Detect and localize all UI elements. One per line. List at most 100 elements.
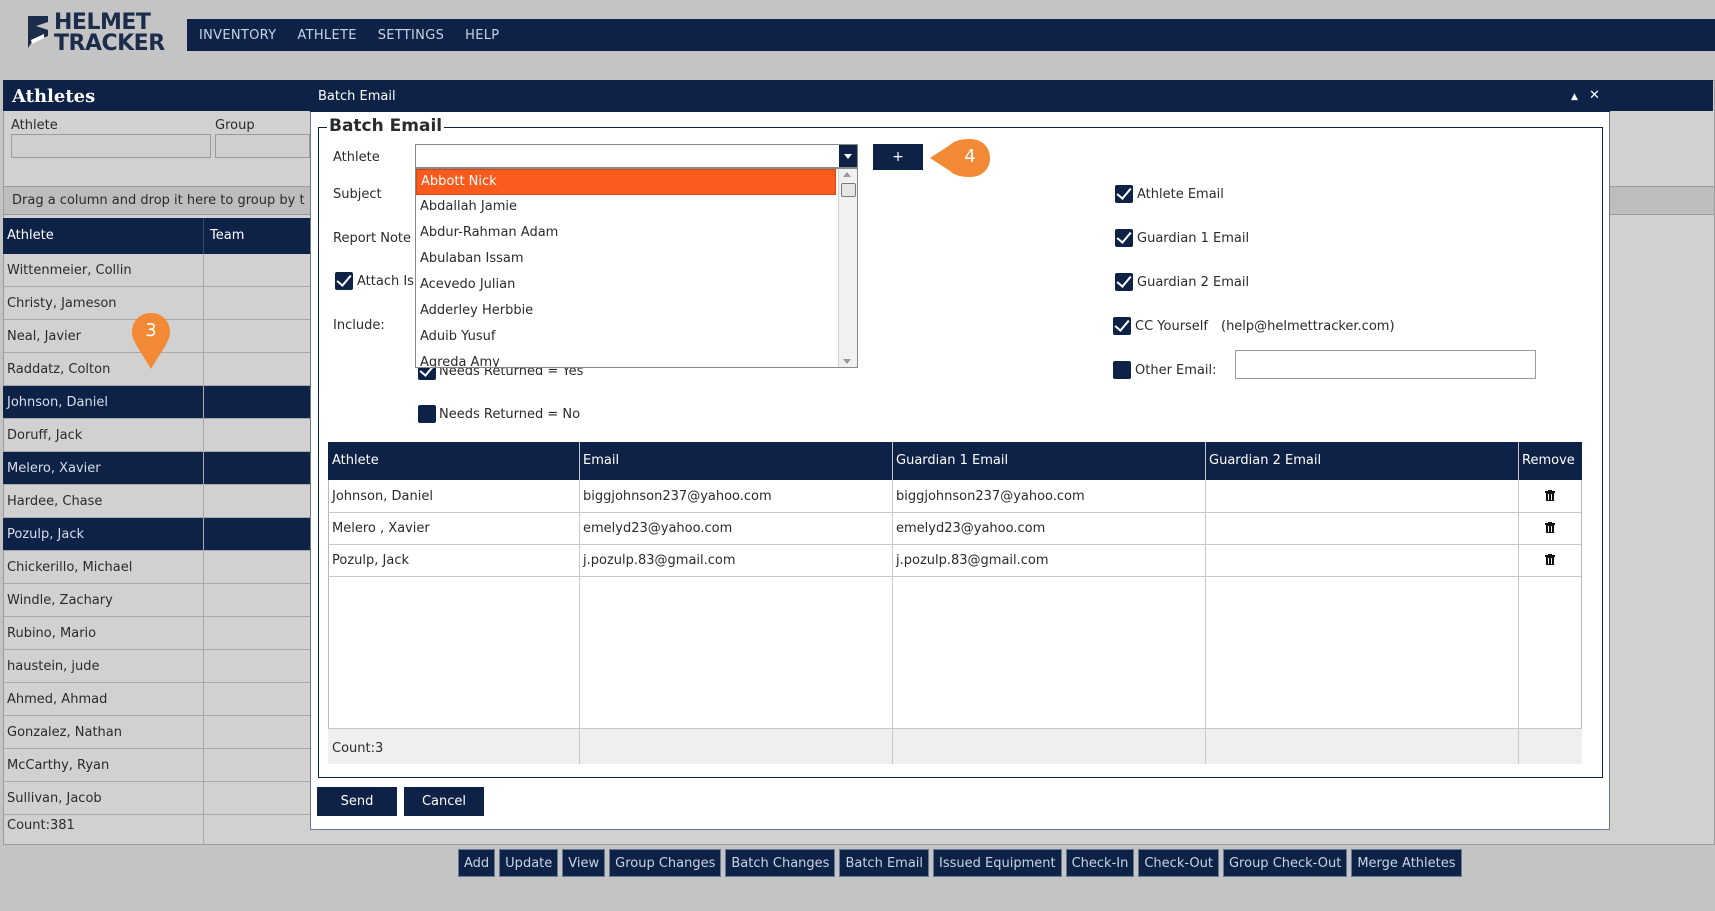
batch-email-legend: Batch Email bbox=[327, 116, 445, 136]
column-header-athlete[interactable]: Athlete bbox=[332, 453, 379, 468]
cell-athlete: Johnson, Daniel bbox=[332, 489, 433, 504]
group-by-hint: Drag a column and drop it here to group … bbox=[12, 193, 305, 208]
top-navigation: INVENTORY ATHLETE SETTINGS HELP bbox=[187, 19, 1715, 51]
column-header-email[interactable]: Email bbox=[583, 453, 619, 468]
check-in-button[interactable]: Check-In bbox=[1065, 849, 1135, 877]
send-button[interactable]: Send bbox=[317, 787, 397, 816]
table-row[interactable]: Pozulp, Jack bbox=[3, 518, 310, 551]
attach-checkbox[interactable] bbox=[335, 272, 353, 290]
dropdown-option[interactable]: Agreda Amy bbox=[416, 351, 836, 367]
cc-yourself-label: CC Yourself bbox=[1135, 319, 1208, 334]
dropdown-option[interactable]: Abdallah Jamie bbox=[416, 195, 836, 221]
subject-label: Subject bbox=[333, 187, 382, 202]
table-row[interactable]: Gonzalez, Nathan bbox=[3, 716, 310, 749]
close-icon[interactable]: ✕ bbox=[1589, 88, 1600, 103]
table-row[interactable]: Doruff, Jack bbox=[3, 419, 310, 452]
helmet-tracker-logo[interactable]: HELMET TRACKER bbox=[26, 12, 176, 58]
table-row[interactable]: Windle, Zachary bbox=[3, 584, 310, 617]
chevron-down-icon[interactable] bbox=[839, 145, 857, 167]
step-marker-4: 4 bbox=[928, 137, 992, 179]
group-check-out-button[interactable]: Group Check-Out bbox=[1222, 849, 1348, 877]
dialog-title: Batch Email bbox=[318, 89, 396, 104]
scroll-thumb[interactable] bbox=[841, 183, 856, 197]
nav-inventory[interactable]: INVENTORY bbox=[199, 28, 276, 43]
athlete-email-checkbox[interactable] bbox=[1115, 185, 1133, 203]
trash-icon[interactable] bbox=[1545, 522, 1555, 533]
table-row[interactable]: Chickerillo, Michael bbox=[3, 551, 310, 584]
nav-athlete[interactable]: ATHLETE bbox=[297, 28, 356, 43]
column-header-athlete[interactable]: Athlete bbox=[7, 228, 54, 243]
update-button[interactable]: Update bbox=[499, 849, 559, 877]
cell-email: j.pozulp.83@gmail.com bbox=[583, 553, 736, 568]
table-row[interactable]: Ahmed, Ahmad bbox=[3, 683, 310, 716]
trash-icon[interactable] bbox=[1545, 490, 1555, 501]
step-marker-4-label: 4 bbox=[964, 146, 976, 167]
cell-athlete: Pozulp, Jack bbox=[332, 553, 409, 568]
scroll-down-icon[interactable] bbox=[843, 359, 851, 364]
add-athlete-button[interactable]: + bbox=[873, 144, 923, 170]
athlete-dropdown-list: Abbott Nick Abdallah Jamie Abdur-Rahman Ad… bbox=[415, 168, 858, 368]
add-button[interactable]: Add bbox=[458, 849, 496, 877]
athlete-name: Sullivan, Jacob bbox=[7, 791, 102, 806]
step-marker-3: 3 bbox=[130, 311, 172, 371]
table-row[interactable]: Rubino, Mario bbox=[3, 617, 310, 650]
merge-athletes-button[interactable]: Merge Athletes bbox=[1351, 849, 1462, 877]
athlete-combobox[interactable] bbox=[415, 144, 858, 168]
dropdown-option[interactable]: Adderley Herbbie bbox=[416, 299, 836, 325]
needs-returned-no-checkbox[interactable] bbox=[418, 405, 436, 423]
table-row[interactable]: Melero , Xavier emelyd23@yahoo.com emelyd2… bbox=[328, 512, 1582, 545]
table-row[interactable]: Hardee, Chase bbox=[3, 485, 310, 518]
issued-equipment-button[interactable]: Issued Equipment bbox=[933, 849, 1062, 877]
cell-g1: j.pozulp.83@gmail.com bbox=[896, 553, 1049, 568]
table-row[interactable]: Johnson, Daniel biggjohnson237@yahoo.com b… bbox=[328, 480, 1582, 513]
cell-email: emelyd23@yahoo.com bbox=[583, 521, 733, 536]
table-row[interactable]: Johnson, Daniel bbox=[3, 386, 310, 419]
table-row[interactable]: McCarthy, Ryan bbox=[3, 749, 310, 782]
batch-changes-button[interactable]: Batch Changes bbox=[725, 849, 836, 877]
guardian2-email-checkbox[interactable] bbox=[1115, 273, 1133, 291]
column-header-guardian2-email[interactable]: Guardian 2 Email bbox=[1209, 453, 1321, 468]
table-row[interactable]: Wittenmeier, Collin bbox=[3, 254, 310, 287]
other-email-checkbox[interactable] bbox=[1113, 361, 1131, 379]
logo-line-2: TRACKER bbox=[54, 31, 165, 56]
dropdown-option[interactable]: Acevedo Julian bbox=[416, 273, 836, 299]
table-row[interactable]: haustein, jude bbox=[3, 650, 310, 683]
group-changes-button[interactable]: Group Changes bbox=[609, 849, 722, 877]
athlete-name: haustein, jude bbox=[7, 659, 100, 674]
guardian1-email-checkbox[interactable] bbox=[1115, 229, 1133, 247]
filter-athlete-input[interactable] bbox=[11, 134, 211, 158]
needs-returned-no-label: Needs Returned = No bbox=[439, 407, 581, 422]
other-email-input[interactable] bbox=[1235, 350, 1536, 379]
step-marker-3-label: 3 bbox=[145, 320, 157, 341]
dropdown-scrollbar[interactable] bbox=[838, 169, 857, 367]
dropdown-option[interactable]: Abulaban Issam bbox=[416, 247, 836, 273]
filter-athlete-label: Athlete bbox=[11, 118, 58, 133]
athlete-name: Pozulp, Jack bbox=[7, 527, 84, 542]
dropdown-option[interactable]: Aduib Yusuf bbox=[416, 325, 836, 351]
dropdown-option[interactable]: Abbott Nick bbox=[416, 169, 836, 195]
logo-line-1: HELMET bbox=[54, 10, 151, 35]
athlete-name: Gonzalez, Nathan bbox=[7, 725, 122, 740]
athlete-name: Christy, Jameson bbox=[7, 296, 117, 311]
nav-settings[interactable]: SETTINGS bbox=[378, 28, 444, 43]
cancel-button[interactable]: Cancel bbox=[404, 787, 484, 816]
report-note-label: Report Note bbox=[333, 231, 411, 246]
check-out-button[interactable]: Check-Out bbox=[1138, 849, 1219, 877]
trash-icon[interactable] bbox=[1545, 554, 1555, 565]
cell-g1: emelyd23@yahoo.com bbox=[896, 521, 1046, 536]
dropdown-option[interactable]: Abdur-Rahman Adam bbox=[416, 221, 836, 247]
recipients-grid-header: Athlete Email Guardian 1 Email Guardian … bbox=[328, 442, 1582, 480]
athlete-label: Athlete bbox=[333, 150, 380, 165]
column-header-guardian1-email[interactable]: Guardian 1 Email bbox=[896, 453, 1008, 468]
minimize-icon[interactable]: ▲ bbox=[1571, 92, 1578, 102]
view-button[interactable]: View bbox=[562, 849, 606, 877]
table-row[interactable]: Pozulp, Jack j.pozulp.83@gmail.com j.pozul… bbox=[328, 544, 1582, 577]
dialog-title-bar: Batch Email bbox=[310, 81, 1610, 112]
batch-email-button[interactable]: Batch Email bbox=[839, 849, 930, 877]
cc-yourself-checkbox[interactable] bbox=[1113, 317, 1131, 335]
table-row[interactable]: Melero, Xavier bbox=[3, 452, 310, 485]
scroll-up-icon[interactable] bbox=[843, 172, 851, 177]
nav-help[interactable]: HELP bbox=[465, 28, 499, 43]
column-header-team[interactable]: Team bbox=[210, 228, 244, 243]
filter-group-input[interactable] bbox=[215, 134, 310, 158]
